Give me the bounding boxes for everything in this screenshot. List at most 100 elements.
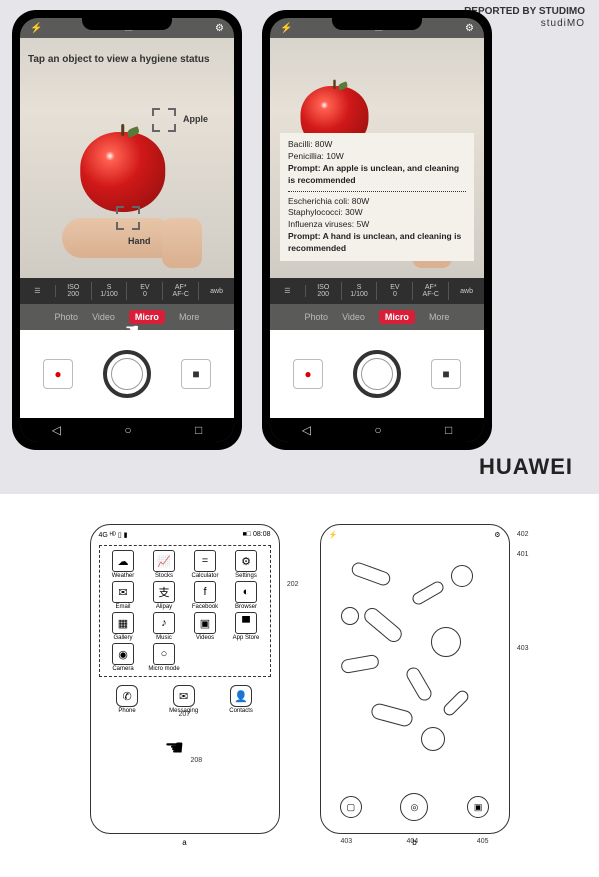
signal-icon: 4G ᴴᴰ ▯ ▮ (99, 531, 128, 539)
battery-icon: ■□ (243, 531, 251, 538)
ref-208: 208 (191, 757, 203, 764)
app-videos[interactable]: ▣Videos (186, 612, 225, 641)
ref-402: 402 (517, 531, 529, 538)
instruction-text: Tap an object to view a hygiene status (28, 54, 210, 65)
diagram-a-wrap: 4G ᴴᴰ ▯ ▮ ■□ 08:08 ☁Weather📈Stocks=Calcu… (90, 524, 280, 847)
setting-iso[interactable]: ISO200 (56, 282, 92, 300)
brand-logo: HUAWEI (12, 450, 587, 488)
setting-af[interactable]: AF*AF-C (163, 282, 199, 300)
dock-row: ✆Phone ✉Messaging 👤Contacts (101, 685, 269, 714)
setting-awb[interactable]: awb (199, 286, 234, 297)
hand-cursor-icon: ☚ (125, 320, 139, 340)
ref-207: 207 (179, 711, 191, 718)
patent-camera-controls: ▢ ◎ ▣ (321, 793, 509, 821)
record-button[interactable]: ● (43, 359, 73, 389)
mode-video[interactable]: Video (342, 312, 365, 322)
apple-prompt: Prompt: An apple is unclean, and cleanin… (288, 163, 466, 187)
settings-icon[interactable]: ⚙ (215, 23, 224, 34)
settings-icon[interactable]: ⚙ (494, 531, 500, 539)
staph-line: Staphylococci: 30W (288, 207, 466, 219)
shutter-button[interactable] (103, 350, 151, 398)
microbe-view (321, 547, 509, 767)
app-facebook[interactable]: fFacebook (186, 581, 225, 610)
back-icon[interactable]: ◁ (52, 423, 61, 437)
mode-photo[interactable]: Photo (305, 312, 329, 322)
app-music[interactable]: ♪Music (145, 612, 184, 641)
apple-object (80, 132, 165, 212)
ref-403a: 403 (341, 838, 353, 845)
patent-phone-a: 4G ᴴᴰ ▯ ▮ ■□ 08:08 ☁Weather📈Stocks=Calcu… (90, 524, 280, 834)
mode-row: Photo Video Micro More ☚ (20, 304, 234, 330)
flash-icon[interactable]: ⚡ (329, 531, 338, 539)
label-hand: Hand (128, 236, 151, 246)
camera-settings-row: ☰ ISO200 S1/100 EV0 AF*AF-C awb (20, 278, 234, 304)
recent-icon[interactable]: □ (445, 423, 452, 437)
camera-controls: ● ■ (20, 330, 234, 418)
ecoli-line: Escherichia coli: 80W (288, 196, 466, 208)
android-navbar: ◁ ○ □ (270, 418, 484, 442)
dock-contacts[interactable]: 👤Contacts (229, 685, 253, 714)
flash-icon[interactable]: ⚡ (280, 23, 292, 34)
switch-button[interactable]: ▣ (467, 796, 489, 818)
camera-settings-row: ☰ISO200S1/100EV0AF*AF-Cawb (270, 278, 484, 304)
concept-render-panel: REPORTED BY STUDIMO studiMO ⚡ ▭ ⚙ Tap an… (0, 0, 599, 494)
ref-403: 403 (517, 645, 529, 652)
status-bar: 4G ᴴᴰ ▯ ▮ ■□ 08:08 (91, 525, 279, 541)
setting-shutter[interactable]: S1/100 (92, 282, 128, 300)
ref-202: 202 (287, 581, 299, 588)
penicillia-line: Penicillia: 10W (288, 151, 466, 163)
app-gallery[interactable]: ▦Gallery (104, 612, 143, 641)
dock-messaging[interactable]: ✉Messaging (169, 685, 198, 714)
viewfinder[interactable]: Bacilli: 80W Penicillia: 10W Prompt: An … (270, 38, 484, 278)
caption-a: a (90, 838, 280, 847)
app-alipay[interactable]: 支Alipay (145, 581, 184, 610)
app-micro-mode[interactable]: ○Micro mode (145, 643, 184, 672)
app-app-store[interactable]: ▀App Store (227, 612, 266, 641)
flu-line: Influenza viruses: 5W (288, 219, 466, 231)
ref-404: 404 (407, 838, 419, 845)
recent-icon[interactable]: □ (195, 423, 202, 437)
phone-screen: ⚡ ▭ ⚙ Tap an object to view a hygiene st… (20, 18, 234, 442)
app-email[interactable]: ✉Email (104, 581, 143, 610)
switch-camera-button[interactable]: ■ (181, 359, 211, 389)
time: 08:08 (253, 531, 271, 538)
bracket-apple (152, 108, 176, 132)
setting-ev[interactable]: EV0 (127, 282, 163, 300)
switch-camera-button[interactable]: ■ (431, 359, 461, 389)
home-icon[interactable]: ○ (124, 423, 131, 437)
dock-phone[interactable]: ✆Phone (116, 685, 138, 714)
phone-mockup-left: ⚡ ▭ ⚙ Tap an object to view a hygiene st… (12, 10, 242, 450)
mode-micro[interactable]: Micro (379, 310, 415, 324)
mode-more[interactable]: More (429, 312, 450, 322)
mode-video[interactable]: Video (92, 312, 115, 322)
record-button[interactable]: ● (293, 359, 323, 389)
hand-cursor-icon: ☚ (165, 735, 185, 761)
back-icon[interactable]: ◁ (302, 423, 311, 437)
app-settings[interactable]: ⚙Settings (227, 550, 266, 579)
ref-401: 401 (517, 551, 529, 558)
bacilli-line: Bacilli: 80W (288, 139, 466, 151)
shutter-button[interactable] (353, 350, 401, 398)
app-grid: ☁Weather📈Stocks=Calculator⚙Settings ✉Emai… (99, 545, 271, 677)
patent-phone-b: ⚡ ⚙ 402 401 403 ▢ ◎ ▣ (320, 524, 510, 834)
mode-photo[interactable]: Photo (55, 312, 79, 322)
hand-prompt: Prompt: A hand is unclean, and cleaning … (288, 231, 466, 255)
shutter-button[interactable]: ◎ (400, 793, 428, 821)
app-browser[interactable]: ◐Browser (227, 581, 266, 610)
label-apple: Apple (183, 114, 208, 124)
settings-icon[interactable]: ⚙ (465, 23, 474, 34)
mode-more[interactable]: More (179, 312, 200, 322)
app-camera[interactable]: ◉Camera (104, 643, 143, 672)
phone-mockup-right: ⚡ ▭ ⚙ Bacilli: 80W Penicillia: 10W Promp… (262, 10, 492, 450)
camera-controls: ● ■ (270, 330, 484, 418)
flash-icon[interactable]: ⚡ (30, 23, 42, 34)
app-stocks[interactable]: 📈Stocks (145, 550, 184, 579)
viewfinder[interactable]: Tap an object to view a hygiene status A… (20, 38, 234, 278)
hygiene-overlay: Bacilli: 80W Penicillia: 10W Prompt: An … (280, 133, 474, 261)
gallery-button[interactable]: ▢ (340, 796, 362, 818)
ref-405: 405 (477, 838, 489, 845)
home-icon[interactable]: ○ (374, 423, 381, 437)
app-weather[interactable]: ☁Weather (104, 550, 143, 579)
app-calculator[interactable]: =Calculator (186, 550, 225, 579)
setting-0[interactable]: ☰ (20, 285, 56, 297)
